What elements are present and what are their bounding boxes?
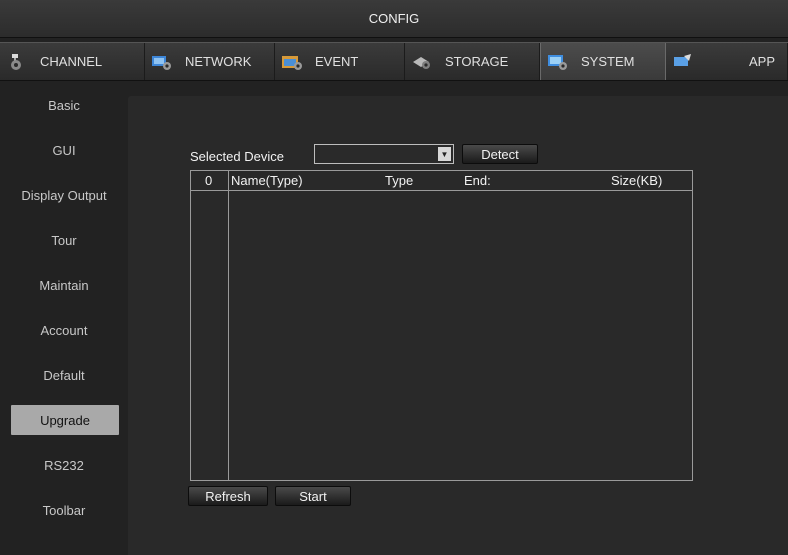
column-divider — [228, 171, 229, 480]
tab-system[interactable]: SYSTEM — [540, 43, 666, 80]
sidebar-item-maintain[interactable]: Maintain — [0, 270, 128, 300]
dropdown-arrow-icon[interactable]: ▼ — [438, 147, 451, 161]
sidebar-item-toolbar[interactable]: Toolbar — [0, 495, 128, 525]
sidebar-item-label: Account — [40, 322, 88, 338]
tab-label: EVENT — [315, 54, 359, 69]
sidebar-item-gui[interactable]: GUI — [0, 135, 128, 165]
start-button-label: Start — [299, 488, 327, 504]
sidebar: Basic GUI Display Output Tour Maintain A… — [0, 82, 128, 555]
tab-label: STORAGE — [445, 54, 509, 69]
tab-label: NETWORK — [185, 54, 252, 69]
table-header: 0 Name(Type) Type End: Size(KB) — [191, 171, 692, 191]
sidebar-item-label: Upgrade — [40, 412, 90, 428]
sidebar-item-label: Toolbar — [42, 502, 86, 518]
selected-device-dropdown[interactable]: ▼ — [314, 144, 454, 164]
file-count: 0 — [205, 173, 213, 188]
tab-bar: CHANNEL NETWORK EVENT STORAGE SYSTEM APP — [0, 42, 788, 81]
tab-label: CHANNEL — [40, 54, 103, 69]
window-titlebar: CONFIG — [0, 0, 788, 38]
sidebar-item-upgrade[interactable]: Upgrade — [11, 405, 119, 435]
sidebar-item-display-output[interactable]: Display Output — [0, 180, 128, 210]
sidebar-item-label: Tour — [51, 232, 77, 248]
tab-channel[interactable]: CHANNEL — [0, 43, 145, 80]
system-icon — [548, 54, 567, 70]
tab-app[interactable]: APP — [666, 43, 788, 80]
sidebar-item-label: RS232 — [44, 457, 84, 473]
column-header-name-type: Name(Type) — [231, 173, 303, 188]
app-icon — [674, 53, 691, 66]
sidebar-item-label: Default — [43, 367, 85, 383]
column-header-end: End: — [464, 173, 491, 188]
tab-label: APP — [748, 54, 775, 69]
storage-icon — [413, 56, 430, 69]
tab-storage[interactable]: STORAGE — [405, 43, 540, 80]
column-header-type: Type — [385, 173, 414, 188]
tab-event[interactable]: EVENT — [275, 43, 405, 80]
sidebar-item-label: Maintain — [39, 277, 89, 293]
device-file-table: 0 Name(Type) Type End: Size(KB) — [190, 170, 693, 481]
tab-label: SYSTEM — [581, 54, 635, 69]
sidebar-item-label: GUI — [52, 142, 76, 158]
sidebar-item-rs232[interactable]: RS232 — [0, 450, 128, 480]
sidebar-item-tour[interactable]: Tour — [0, 225, 128, 255]
refresh-button-label: Refresh — [205, 488, 251, 504]
start-button[interactable]: Start — [275, 486, 351, 506]
window-title: CONFIG — [368, 11, 420, 26]
tab-network[interactable]: NETWORK — [145, 43, 275, 80]
network-icon — [152, 55, 171, 70]
sidebar-item-label: Display Output — [21, 187, 107, 203]
channel-icon — [11, 53, 21, 70]
sidebar-item-basic[interactable]: Basic — [0, 90, 128, 120]
sidebar-item-default[interactable]: Default — [0, 360, 128, 390]
sidebar-item-label: Basic — [48, 97, 80, 113]
refresh-button[interactable]: Refresh — [188, 486, 268, 506]
column-header-size: Size(KB) — [611, 173, 663, 188]
selected-device-label: Selected Device — [190, 149, 284, 164]
detect-button[interactable]: Detect — [462, 144, 538, 164]
sidebar-item-account[interactable]: Account — [0, 315, 128, 345]
event-icon — [282, 55, 302, 70]
detect-button-label: Detect — [481, 146, 519, 162]
